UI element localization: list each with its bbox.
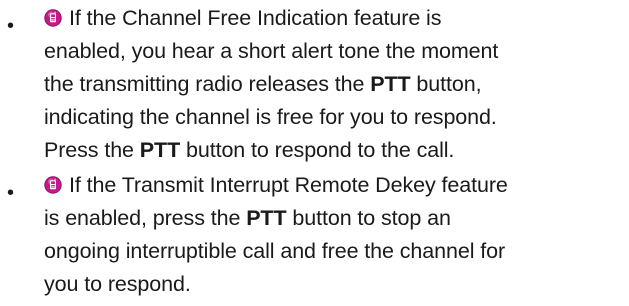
text-line: enabled, you hear a short alert tone the…: [44, 35, 629, 68]
line-text: is enabled, press the: [44, 206, 247, 230]
text-line: ongoing interruptible call and free the …: [44, 235, 629, 268]
conventional-mode-icon: [44, 9, 62, 27]
line-text: the transmitting radio releases the: [44, 72, 371, 96]
line-text: Press the: [44, 138, 140, 162]
bullet-text: If the Transmit Interrupt Remote Dekey f…: [44, 169, 629, 301]
line-text: If the Transmit Interrupt Remote Dekey f…: [69, 173, 508, 197]
line-text: enabled, you hear a short alert tone the…: [44, 39, 499, 63]
text-line: indicating the channel is free for you t…: [44, 101, 629, 134]
line-text: If the Channel Free Indication feature i…: [69, 6, 442, 30]
text-line: the transmitting radio releases the PTT …: [44, 68, 629, 101]
bullet-marker: •: [7, 182, 15, 204]
bullet-marker: •: [7, 15, 15, 37]
text-line: If the Channel Free Indication feature i…: [44, 2, 629, 35]
line-text: button to respond to the call.: [180, 138, 455, 162]
text-line: you to respond.: [44, 268, 629, 301]
ptt-button-label: PTT: [246, 206, 287, 230]
text-line: If the Transmit Interrupt Remote Dekey f…: [44, 169, 629, 202]
bullet-text: If the Channel Free Indication feature i…: [44, 2, 629, 167]
text-line: Press the PTT button to respond to the c…: [44, 134, 629, 167]
line-text: button to stop an: [286, 206, 451, 230]
line-text: button,: [410, 72, 482, 96]
line-text: indicating the channel is free for you t…: [44, 105, 497, 129]
conventional-mode-icon: [44, 176, 62, 194]
line-text: you to respond.: [44, 272, 191, 296]
ptt-button-label: PTT: [139, 138, 181, 162]
ptt-button-label: PTT: [370, 72, 411, 96]
line-text: ongoing interruptible call and free the …: [44, 239, 506, 263]
text-line: is enabled, press the PTT button to stop…: [44, 202, 629, 235]
